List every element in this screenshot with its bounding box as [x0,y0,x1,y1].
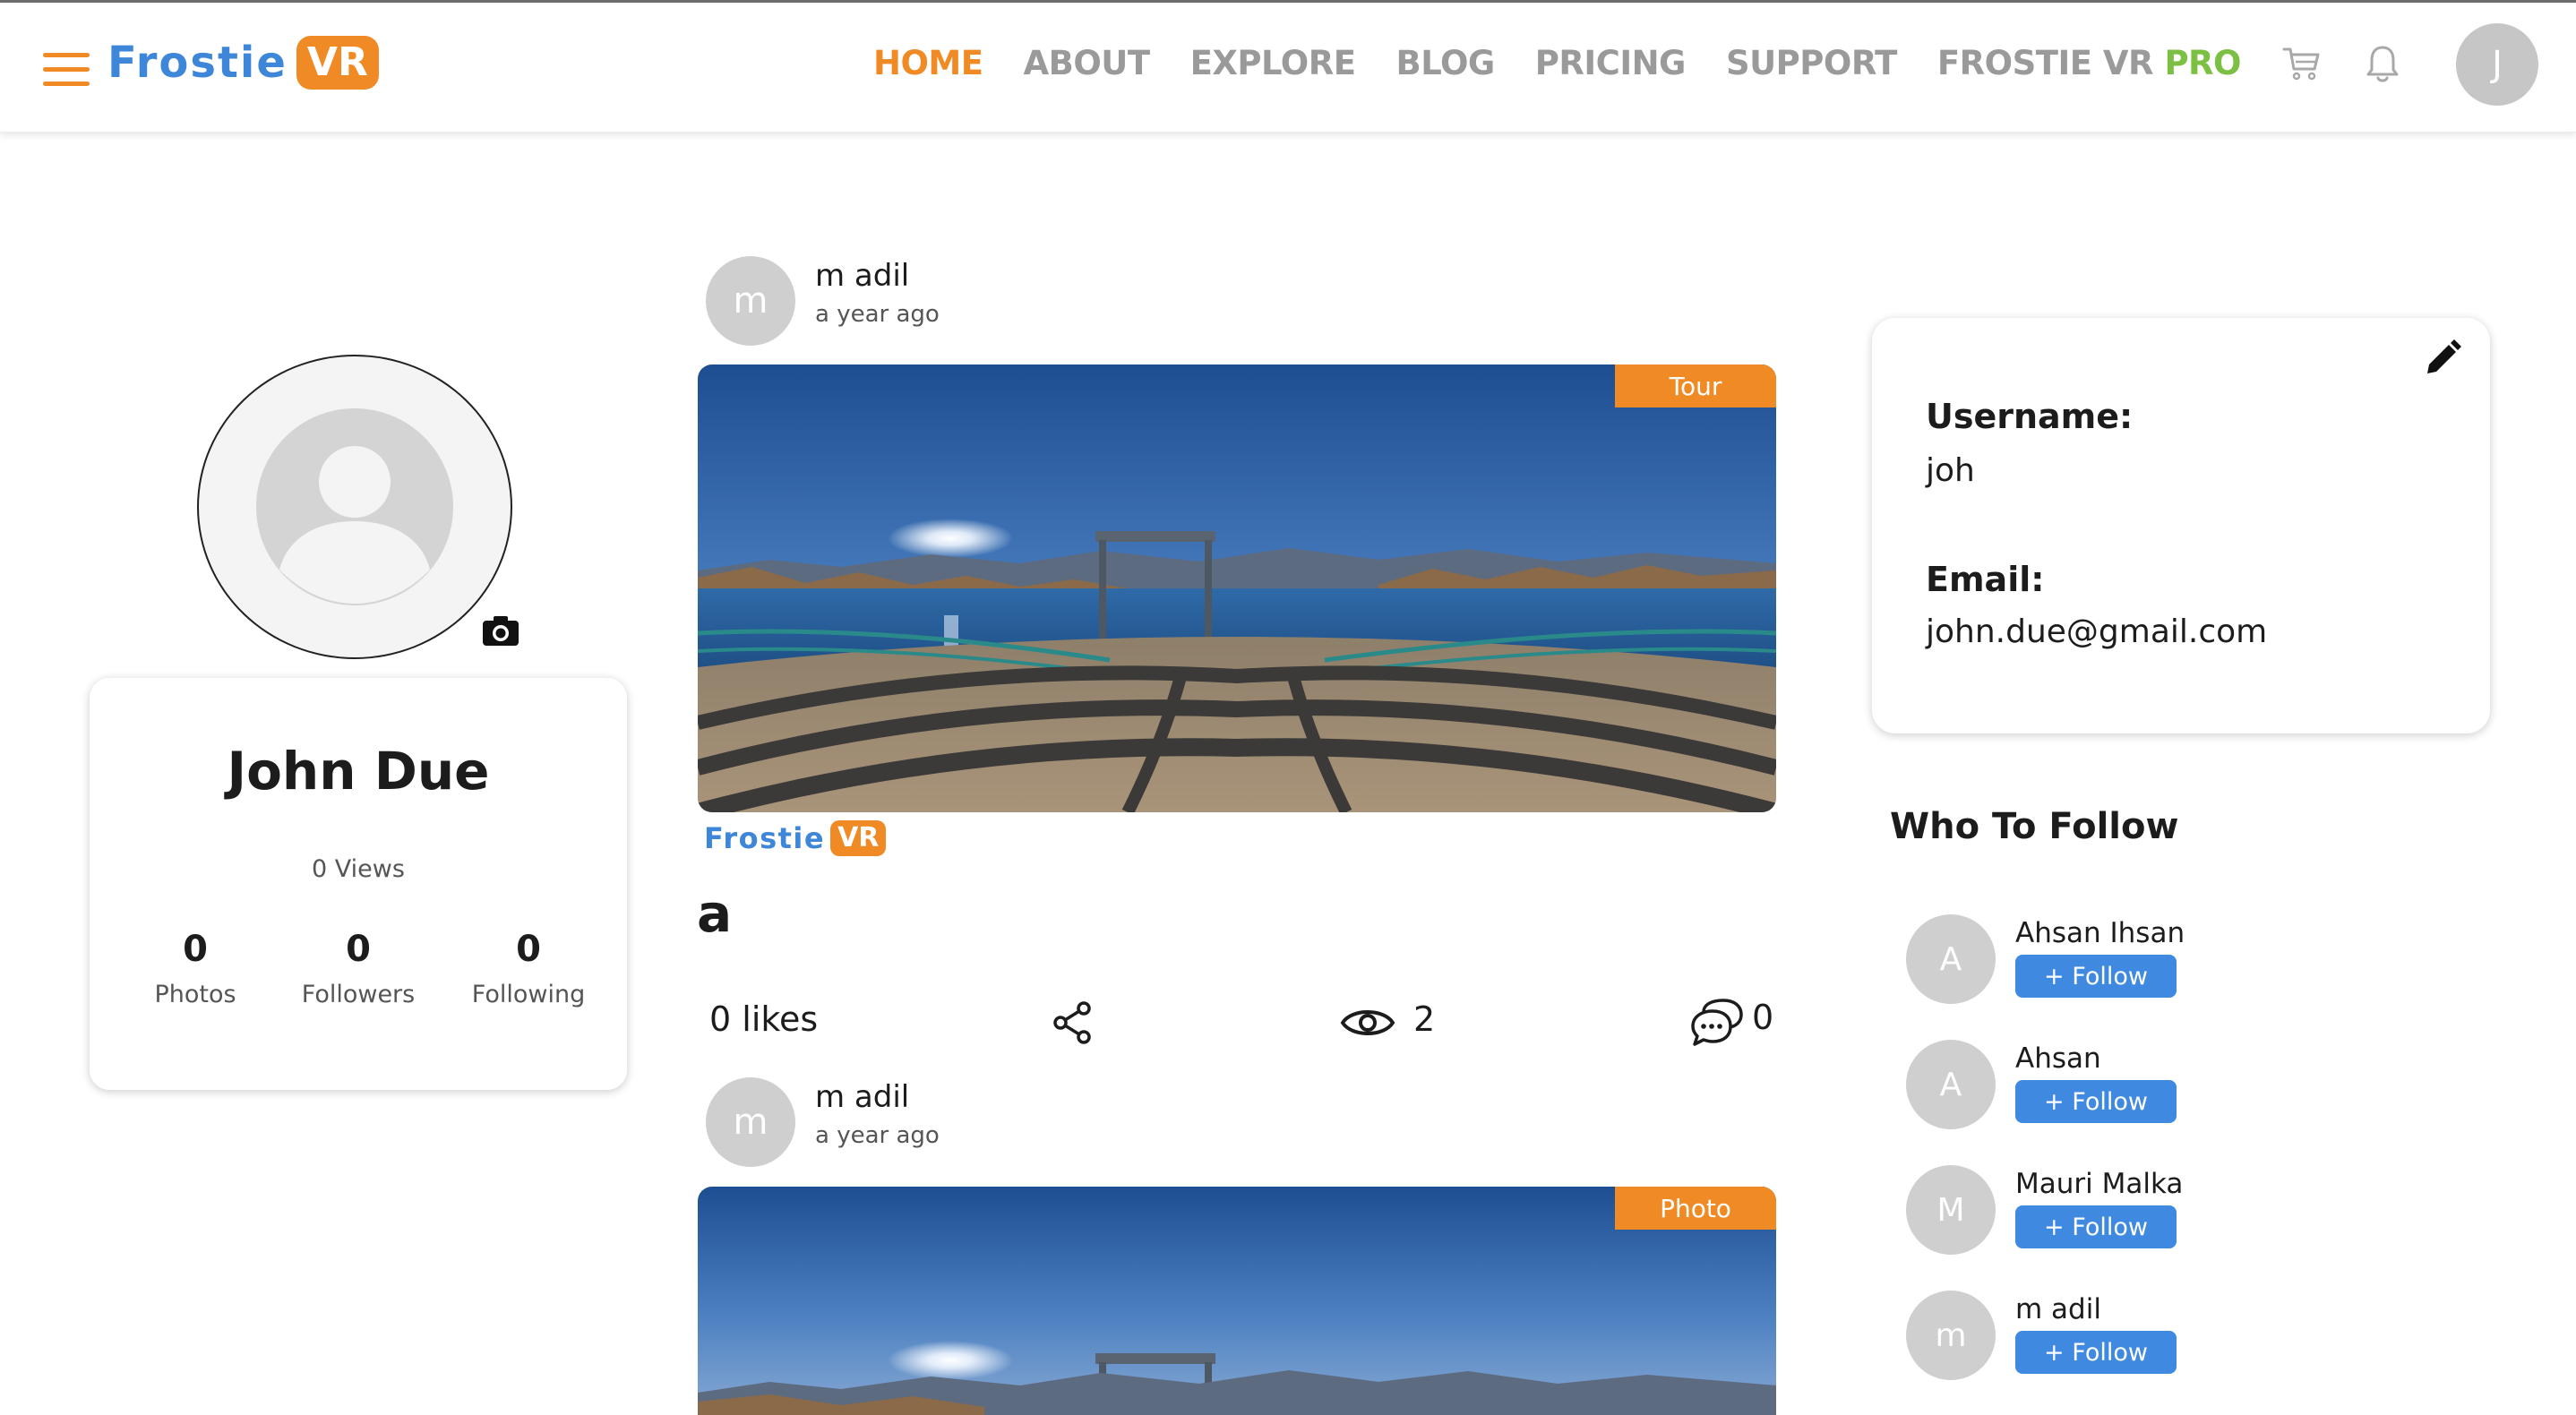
profile-card: John Due 0 Views 0 Photos 0 Followers 0 … [90,678,627,1090]
email-value: john.due@gmail.com [1926,613,2268,650]
nav-explore[interactable]: EXPLORE [1190,44,1356,82]
follow-user-name[interactable]: Mauri Malka [2015,1168,2183,1200]
profile-picture [197,355,512,659]
stat-photos[interactable]: 0 Photos [106,929,285,1008]
frostie-vr-logo[interactable]: Frostie VR [107,31,379,94]
bell-icon[interactable] [2361,42,2404,85]
stat-value: 0 [346,929,371,970]
watermark-text: Frostie [704,821,826,855]
who-to-follow-title: Who To Follow [1890,806,2179,847]
post-timestamp: a year ago [815,301,940,328]
eye-icon [1340,1010,1395,1035]
menu-icon[interactable] [43,49,90,89]
nav-about[interactable]: ABOUT [1024,44,1151,82]
follow-user-avatar[interactable]: M [1906,1165,1996,1255]
follow-user-name[interactable]: Ahsan [2015,1042,2101,1075]
follow-button[interactable]: + Follow [2015,955,2177,998]
post-author-avatar[interactable]: m [706,1077,795,1167]
stat-label: Photos [154,981,236,1008]
account-info-card: Username: joh Email: john.due@gmail.com [1872,318,2490,733]
top-navbar: Frostie VR HOME ABOUT EXPLORE BLOG PRICI… [0,3,2576,133]
stat-label: Following [471,981,586,1008]
frostie-vr-watermark: Frostie VR [704,820,887,856]
user-silhouette-icon [256,408,453,605]
post-likes[interactable]: 0 likes [709,999,818,1039]
post-panorama-image[interactable]: Tour [698,364,1776,812]
username-value: joh [1926,452,1975,489]
post-title: a [697,883,733,944]
nav-pro-prefix: FROSTIE VR [1936,44,2154,82]
post-timestamp: a year ago [815,1122,940,1149]
stat-value: 0 [183,929,208,970]
nav-home[interactable]: HOME [873,44,983,82]
email-label: Email: [1926,560,2045,599]
stat-following[interactable]: 0 Following [439,929,618,1008]
follow-user-name[interactable]: Ahsan Ihsan [2015,917,2185,949]
post-panorama-image[interactable]: Photo [698,1187,1776,1415]
follow-button[interactable]: + Follow [2015,1080,2177,1123]
stat-followers[interactable]: 0 Followers [269,929,448,1008]
follow-button[interactable]: + Follow [2015,1205,2177,1248]
follow-user-avatar[interactable]: A [1906,1040,1996,1129]
stat-value: 0 [516,929,541,970]
logo-badge: VR [296,36,379,90]
follow-user-avatar[interactable]: m [1906,1291,1996,1380]
nav-pricing[interactable]: PRICING [1535,44,1687,82]
follow-user-avatar[interactable]: A [1906,914,1996,1004]
nav-frostie-vr-pro[interactable]: FROSTIE VR PRO [1936,44,2242,82]
post-comments-count: 0 [1752,998,1774,1037]
username-label: Username: [1926,397,2134,436]
post-type-tag: Photo [1615,1187,1776,1230]
panorama-photo [698,364,1776,812]
profile-name: John Due [227,741,490,802]
post-author-name[interactable]: m adil [815,258,909,294]
post-views-count: 2 [1413,999,1436,1039]
comment-icon[interactable] [1689,998,1745,1048]
profile-views: 0 Views [312,855,405,883]
follow-user-name[interactable]: m adil [2015,1293,2101,1325]
camera-icon[interactable] [480,613,521,648]
nav-pro-suffix: PRO [2164,44,2241,82]
post-author-name[interactable]: m adil [815,1079,909,1115]
cart-icon[interactable] [2280,42,2323,85]
follow-button[interactable]: + Follow [2015,1331,2177,1374]
nav-support[interactable]: SUPPORT [1726,44,1897,82]
share-icon[interactable] [1050,999,1096,1046]
stat-label: Followers [301,981,416,1008]
watermark-badge: VR [830,820,887,856]
logo-text: Frostie [107,38,288,88]
main-nav: HOME ABOUT EXPLORE BLOG PRICING SUPPORT … [873,44,2241,82]
user-avatar[interactable]: J [2456,23,2538,106]
nav-blog[interactable]: BLOG [1396,44,1496,82]
post-type-tag: Tour [1615,364,1776,407]
pencil-edit-icon[interactable] [2422,338,2463,379]
post-author-avatar[interactable]: m [706,256,795,346]
